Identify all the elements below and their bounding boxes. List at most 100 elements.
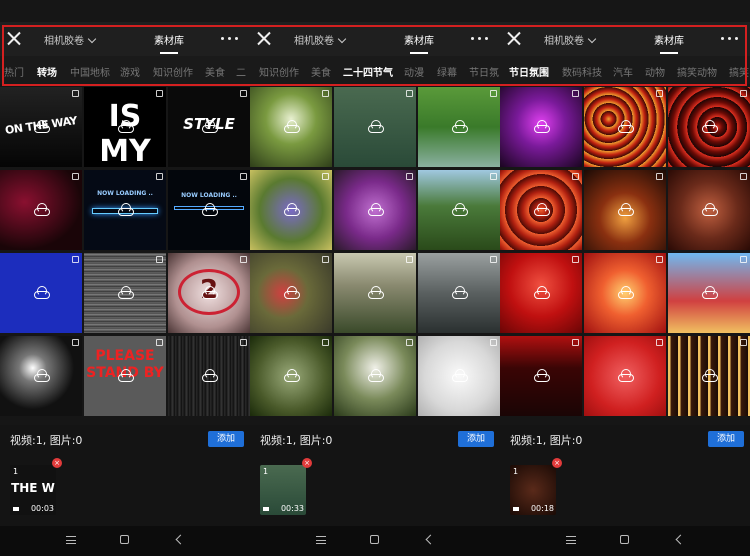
media-tile[interactable] bbox=[418, 336, 500, 416]
media-tile[interactable] bbox=[334, 170, 416, 250]
select-corner-icon bbox=[572, 90, 579, 97]
add-button[interactable]: 添加 bbox=[458, 431, 494, 447]
select-corner-icon bbox=[572, 173, 579, 180]
category-tab[interactable]: 数码科技 bbox=[562, 64, 602, 79]
back-icon[interactable] bbox=[175, 534, 186, 545]
category-tab-active[interactable]: 二十四节气 bbox=[343, 64, 393, 79]
back-icon[interactable] bbox=[425, 534, 436, 545]
category-tab[interactable]: 美食 bbox=[205, 64, 225, 79]
cloud-download-icon bbox=[202, 369, 218, 382]
system-nav-bar bbox=[250, 526, 500, 556]
close-icon[interactable] bbox=[507, 31, 521, 45]
media-tile[interactable] bbox=[0, 336, 82, 416]
category-tab[interactable]: 节日氛 bbox=[469, 64, 499, 79]
back-icon[interactable] bbox=[675, 534, 686, 545]
cloud-download-icon bbox=[452, 203, 468, 216]
add-button[interactable]: 添加 bbox=[208, 431, 244, 447]
film-roll-dropdown[interactable]: 相机胶卷 bbox=[44, 32, 97, 47]
media-tile[interactable] bbox=[334, 253, 416, 333]
menu-icon[interactable] bbox=[316, 536, 326, 544]
media-tile[interactable] bbox=[500, 170, 582, 250]
media-tile[interactable]: ON THE WAY bbox=[0, 87, 82, 167]
add-button[interactable]: 添加 bbox=[708, 431, 744, 447]
media-tile[interactable] bbox=[250, 336, 332, 416]
media-tile[interactable] bbox=[84, 253, 166, 333]
film-roll-dropdown[interactable]: 相机胶卷 bbox=[294, 32, 347, 47]
media-tile[interactable]: IS MY bbox=[84, 87, 166, 167]
cloud-download-icon bbox=[284, 203, 300, 216]
category-tab[interactable]: 知识创作 bbox=[153, 64, 193, 79]
media-tile[interactable] bbox=[418, 87, 500, 167]
category-tab[interactable]: 绿幕 bbox=[437, 64, 457, 79]
remove-icon[interactable]: × bbox=[552, 458, 562, 468]
more-icon[interactable] bbox=[221, 37, 239, 41]
category-tab[interactable]: 动物 bbox=[645, 64, 665, 79]
more-icon[interactable] bbox=[721, 37, 739, 41]
category-tab[interactable]: 搞笑动物 bbox=[677, 64, 717, 79]
category-tab[interactable]: 汽车 bbox=[613, 64, 633, 79]
category-tab[interactable]: 热门 bbox=[4, 64, 24, 79]
media-tile[interactable] bbox=[668, 253, 750, 333]
media-tile[interactable] bbox=[334, 336, 416, 416]
media-tile[interactable] bbox=[418, 253, 500, 333]
selected-thumbnail[interactable]: 1 00:18 bbox=[510, 465, 556, 515]
media-tile[interactable] bbox=[168, 336, 250, 416]
category-tab-active[interactable]: 节日氛围 bbox=[509, 64, 549, 79]
category-tab[interactable]: 游戏 bbox=[120, 64, 140, 79]
selected-thumbnail[interactable]: THE W 1 00:03 bbox=[10, 465, 56, 515]
menu-icon[interactable] bbox=[566, 536, 576, 544]
tab-material-library[interactable]: 素材库 bbox=[154, 32, 184, 54]
remove-icon[interactable]: × bbox=[52, 458, 62, 468]
close-icon[interactable] bbox=[7, 31, 21, 45]
media-tile[interactable]: NOW LOADING .. bbox=[168, 170, 250, 250]
category-tab[interactable]: 美食 bbox=[311, 64, 331, 79]
select-corner-icon bbox=[322, 339, 329, 346]
media-tile[interactable]: PLEASE STAND BY bbox=[84, 336, 166, 416]
select-corner-icon bbox=[572, 256, 579, 263]
media-tile[interactable] bbox=[584, 87, 666, 167]
media-tile[interactable] bbox=[334, 87, 416, 167]
tab-material-library[interactable]: 素材库 bbox=[404, 32, 434, 54]
category-tab[interactable]: 搞笑 bbox=[729, 64, 749, 79]
media-tile[interactable] bbox=[584, 336, 666, 416]
category-tab[interactable]: 动漫 bbox=[404, 64, 424, 79]
select-corner-icon bbox=[240, 256, 247, 263]
media-tile[interactable] bbox=[250, 87, 332, 167]
menu-icon[interactable] bbox=[66, 536, 76, 544]
more-icon[interactable] bbox=[471, 37, 489, 41]
media-tile[interactable] bbox=[418, 170, 500, 250]
media-tile[interactable]: NOW LOADING .. bbox=[84, 170, 166, 250]
thumb-duration: 00:18 bbox=[530, 504, 554, 513]
home-icon[interactable] bbox=[370, 535, 379, 544]
media-tile[interactable] bbox=[500, 336, 582, 416]
cloud-download-icon bbox=[34, 369, 50, 382]
media-tile[interactable] bbox=[250, 170, 332, 250]
media-tile[interactable]: 2 bbox=[168, 253, 250, 333]
media-tile[interactable] bbox=[500, 253, 582, 333]
media-tile[interactable] bbox=[668, 336, 750, 416]
selected-thumbnail[interactable]: 1 00:33 bbox=[260, 465, 306, 515]
media-tile[interactable] bbox=[250, 253, 332, 333]
remove-icon[interactable]: × bbox=[302, 458, 312, 468]
media-tile[interactable] bbox=[668, 87, 750, 167]
media-tile[interactable] bbox=[0, 253, 82, 333]
media-tile[interactable] bbox=[584, 253, 666, 333]
close-icon[interactable] bbox=[257, 31, 271, 45]
media-tile[interactable] bbox=[500, 87, 582, 167]
selection-bar: 视频:1, 图片:0 添加 THE W 1 00:03 × bbox=[0, 425, 250, 526]
tile-caption: NOW LOADING .. bbox=[181, 192, 237, 199]
category-tab-active[interactable]: 转场 bbox=[37, 64, 57, 79]
cloud-download-icon bbox=[118, 286, 134, 299]
media-tile[interactable] bbox=[584, 170, 666, 250]
tab-material-library[interactable]: 素材库 bbox=[654, 32, 684, 54]
film-roll-dropdown[interactable]: 相机胶卷 bbox=[544, 32, 597, 47]
category-tab[interactable]: 二 bbox=[236, 64, 246, 79]
media-tile[interactable] bbox=[0, 170, 82, 250]
media-tile[interactable] bbox=[668, 170, 750, 250]
category-tab[interactable]: 知识创作 bbox=[259, 64, 299, 79]
chevron-down-icon bbox=[337, 34, 347, 44]
category-tab[interactable]: 中国地标 bbox=[70, 64, 110, 79]
media-tile[interactable]: STYLE bbox=[168, 87, 250, 167]
home-icon[interactable] bbox=[120, 535, 129, 544]
home-icon[interactable] bbox=[620, 535, 629, 544]
